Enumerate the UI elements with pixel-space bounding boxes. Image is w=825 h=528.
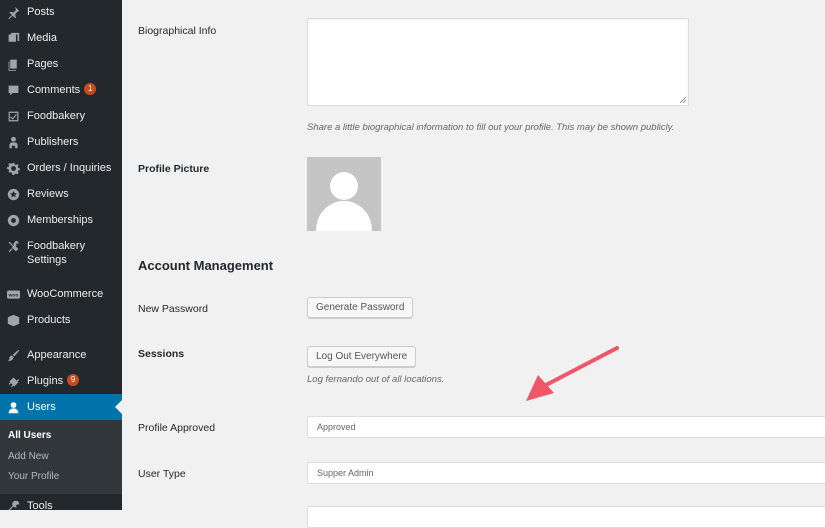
gear-icon [6, 161, 20, 175]
sidebar-item-foodbakery-settings[interactable]: Foodbakery Settings [0, 239, 122, 269]
sidebar-item-label: Foodbakery Settings [27, 240, 86, 266]
new-password-label: New Password [138, 303, 209, 315]
brush-icon [6, 348, 20, 362]
sidebar-item-label: Posts [27, 6, 55, 18]
sidebar-item-memberships[interactable]: Memberships [0, 213, 122, 239]
sidebar-item-label: Orders / Inquiries [27, 162, 112, 174]
woo-icon: woo [6, 287, 20, 301]
sidebar-item-tools[interactable]: Tools [0, 499, 122, 510]
user-type-label: User Type [138, 468, 186, 480]
profile-approved-label: Profile Approved [138, 422, 216, 434]
plugins-count-badge: 9 [67, 374, 80, 387]
submenu-item-add-new[interactable]: Add New [8, 451, 49, 462]
sidebar-item-posts[interactable]: Posts [0, 5, 122, 31]
sidebar-item-label: Media [27, 32, 57, 44]
sidebar-item-label: Appearance [27, 349, 87, 361]
sidebar-item-label: WooCommerce [27, 288, 104, 300]
logout-everywhere-button[interactable]: Log Out Everywhere [307, 346, 417, 367]
pages-icon [6, 57, 20, 71]
bio-description: Share a little biographical information … [307, 122, 675, 133]
sidebar-item-users[interactable]: Users [0, 394, 122, 420]
section-title: Account Management [138, 258, 274, 273]
sidebar-item-label: Products [27, 314, 71, 326]
sidebar-item-label: Comments 1 [27, 83, 97, 97]
box-icon [6, 313, 20, 327]
sidebar-item-label: Tools [27, 500, 53, 510]
sidebar-item-label: Users [27, 401, 56, 413]
sidebar-item-label: Publishers [27, 136, 79, 148]
sessions-label: Sessions [138, 348, 185, 360]
wrench-icon [6, 499, 20, 510]
logout-description: Log fernando out of all locations. [307, 374, 445, 385]
sidebar-item-label: Foodbakery [27, 110, 86, 122]
tools-icon [6, 239, 20, 253]
resize-handle-icon[interactable] [680, 97, 686, 103]
sidebar-item-label: Reviews [27, 188, 69, 200]
admin-sidebar: Posts Media Pages Comments 1 Foodbakery P… [0, 0, 122, 510]
sidebar-item-products[interactable]: Products [0, 313, 122, 339]
next-field-select[interactable] [307, 506, 825, 528]
media-icon [6, 31, 20, 45]
profile-approved-select[interactable]: Approved [307, 416, 825, 438]
user-icon [6, 400, 20, 414]
profile-picture-label: Profile Picture [138, 163, 210, 175]
sidebar-item-appearance[interactable]: Appearance [0, 348, 122, 374]
bio-textarea[interactable] [307, 18, 689, 106]
pin-icon [6, 5, 20, 19]
star-icon [6, 187, 20, 201]
user-type-select[interactable]: Supper Admin [307, 462, 825, 484]
sidebar-item-foodbakery[interactable]: Foodbakery [0, 109, 122, 135]
submenu-item-your-profile[interactable]: Your Profile [8, 471, 59, 482]
sidebar-item-pages[interactable]: Pages [0, 57, 122, 83]
sidebar-item-reviews[interactable]: Reviews [0, 187, 122, 213]
comments-count-badge: 1 [84, 83, 97, 96]
annotation-arrow-icon [526, 346, 619, 401]
sidebar-item-publishers[interactable]: Publishers [0, 135, 122, 161]
sidebar-item-label: Memberships [27, 214, 94, 226]
sidebar-item-label: Plugins 9 [27, 374, 80, 388]
publisher-icon [6, 135, 20, 149]
svg-text:woo: woo [7, 293, 18, 298]
comment-icon [6, 83, 20, 97]
gear-icon [6, 213, 20, 227]
plugin-icon [6, 374, 20, 388]
sidebar-item-woocommerce[interactable]: woo WooCommerce [0, 287, 122, 313]
users-submenu: All Users Add New Your Profile [0, 420, 122, 494]
submenu-item-all-users[interactable]: All Users [8, 430, 51, 441]
sidebar-item-comments[interactable]: Comments 1 [0, 83, 122, 109]
checkbox-icon [6, 109, 20, 123]
sidebar-item-orders-inquiries[interactable]: Orders / Inquiries [0, 161, 122, 187]
bio-label: Biographical Info [138, 25, 217, 37]
sidebar-item-label: Pages [27, 58, 59, 70]
sidebar-item-media[interactable]: Media [0, 31, 122, 57]
avatar [307, 157, 381, 231]
default-avatar-icon [316, 172, 372, 231]
generate-password-button[interactable]: Generate Password [307, 297, 414, 318]
